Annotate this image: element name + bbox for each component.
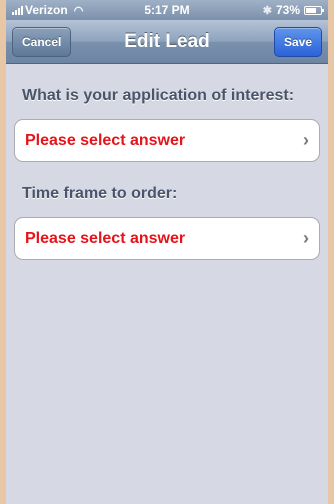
carrier-name: Verizon: [25, 3, 68, 17]
answer-select-time-frame[interactable]: Please select answer ›: [14, 217, 320, 260]
answer-select-application[interactable]: Please select answer ›: [14, 119, 320, 162]
battery-icon: [304, 5, 324, 15]
save-button[interactable]: Save: [273, 26, 322, 57]
cancel-button[interactable]: Cancel: [12, 26, 72, 57]
signal-strength-icon: [12, 5, 23, 15]
status-bar: Verizon ◠ 5:17 PM ✱ 73%: [6, 0, 328, 20]
chevron-right-icon: ›: [303, 228, 309, 248]
form-content: What is your application of interest: Pl…: [6, 64, 328, 504]
navigation-bar: Cancel Edit Lead Save: [6, 20, 328, 64]
phone-screen: Verizon ◠ 5:17 PM ✱ 73% Cancel Edit Lead…: [0, 0, 334, 504]
question-label-time-frame: Time frame to order:: [22, 185, 178, 202]
battery-percent: 73%: [275, 3, 300, 17]
answer-placeholder: Please select answer: [25, 229, 186, 247]
bluetooth-icon: ✱: [262, 4, 272, 17]
question-label-application: What is your application of interest:: [22, 87, 295, 104]
answer-placeholder: Please select answer: [25, 131, 186, 149]
wifi-icon: ◠: [73, 4, 84, 17]
chevron-right-icon: ›: [303, 130, 309, 150]
